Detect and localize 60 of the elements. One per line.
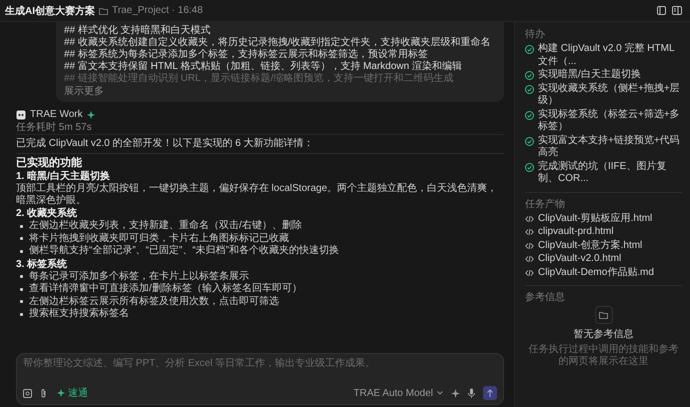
model-dropdown[interactable]: TRAE Auto Model	[354, 388, 443, 398]
folder-icon	[599, 311, 608, 319]
code-icon	[525, 268, 534, 276]
panel-icon[interactable]	[657, 6, 666, 15]
subsection-heading: 2. 收藏夹系统	[16, 207, 78, 220]
message-line: ## 收藏夹系统创建自定义收藏夹，将历史记录拖拽/收藏到指定文件夹，支持收藏夹层级和重命名	[64, 37, 492, 48]
agent-name: TRAE Work	[30, 109, 83, 121]
code-icon	[525, 228, 534, 236]
sparkle-icon	[57, 389, 65, 397]
message-line: ## 标签系统为每条记录添加多个标签，支持标签云展示和标签筛选，预设常用标签	[64, 49, 429, 60]
code-icon	[525, 214, 534, 222]
bullet-item: 左侧边栏收藏夹列表，支持新建、重命名（双击/右键）、删除	[29, 220, 302, 232]
window-title: 生成AI创意大赛方案	[5, 4, 95, 18]
empty-title: 暂无参考信息	[574, 328, 634, 341]
code-icon	[525, 255, 534, 263]
todo-item: 实现收藏夹系统（侧栏+拖拽+层级）	[538, 82, 681, 108]
subsection-heading: 1. 暗黑/白天主题切换	[16, 170, 111, 182]
bullet-item: 每条记录可添加多个标签，在卡片上以标签条展示	[29, 270, 249, 282]
file-link[interactable]: ClipVault-Demo作品贴.md	[538, 266, 654, 279]
code-icon	[525, 242, 534, 250]
microphone-icon[interactable]	[468, 388, 475, 398]
bullet-item: 查看详情弹窗中可直接添加/删除标签（输入标签名回车即可）	[29, 283, 302, 296]
message-line: ## 富文本支持保留 HTML 格式粘贴（加粗、链接、列表等），支持 Markdown 渲染和编辑	[64, 61, 463, 72]
subsection-heading: 3. 标签系统	[16, 258, 68, 270]
task-duration[interactable]: 任务耗时 5m 57s	[16, 121, 504, 134]
todo-item: 实现富文本支持+链接预览+代码高亮	[538, 134, 681, 160]
empty-description: 任务执行过程中调用的技能和参考的网页将展示在这里	[528, 344, 680, 368]
file-link[interactable]: ClipVault-创意方案.html	[538, 240, 642, 252]
todo-item: 实现标签系统（标签云+筛选+多标签）	[538, 108, 681, 134]
sidebar-icon[interactable]	[672, 6, 682, 15]
mode-button[interactable]: 速通	[55, 386, 90, 400]
bullet-item: 搜索框支持搜索标签名	[29, 308, 129, 320]
caret-icon	[437, 391, 443, 395]
folder-icon	[99, 6, 108, 14]
sparkle-icon[interactable]	[451, 388, 460, 398]
message-line: ## 链接智能处理自动识别 URL，显示链接标题/缩略图预览，支持一键打开和二维码生成	[64, 73, 454, 85]
bullet-item: 侧栏导航支持“全部记录”、“已固定”、“未归档”和各个收藏夹的快速切换	[29, 245, 339, 258]
sparkle-icon	[86, 111, 95, 119]
paragraph: 顶部工具栏的月亮/太阳按钮，一键切换主题，偏好保存在 localStorage。两个主题独立配色，白天浅色清爽，暗黑深色护眼。	[16, 183, 498, 207]
arrow-up-icon	[487, 389, 493, 397]
file-link[interactable]: ClipVault-剪贴板应用.html	[538, 212, 652, 225]
robot-icon	[16, 110, 26, 120]
section-title: 待办	[525, 28, 546, 42]
section-heading: 已实现的功能	[16, 156, 83, 170]
intro-text: 已完成 ClipVault v2.0 的全部开发！以下是实现的 6 大新功能详情：	[16, 134, 504, 154]
section-title: 参考信息	[525, 291, 566, 305]
project-label: Trae_Project · 16:48	[112, 5, 203, 16]
bullet-item: 左侧边栏标签云展示所有标签及使用次数，点击即可筛选	[29, 296, 279, 308]
todo-item: 实现暗黑/白天主题切换	[538, 69, 641, 82]
todo-item: 完成测试的坑（IIFE、图片复制、COR...	[538, 160, 668, 186]
section-title: 任务产物	[525, 198, 566, 212]
image-icon[interactable]	[23, 388, 32, 398]
file-link[interactable]: ClipVault-v2.0.html	[538, 253, 622, 266]
file-link[interactable]: clipvault-prd.html	[538, 226, 614, 238]
paperclip-icon[interactable]	[40, 388, 47, 398]
message-line: ## 样式优化 支持暗黑和白天模式	[64, 25, 212, 36]
todo-item: 构建 ClipVault v2.0 完整 HTML 文件（...	[538, 43, 676, 68]
bullet-item: 将卡片拖拽到收藏夹即可归类，卡片右上角图标标记已收藏	[29, 232, 289, 244]
send-button[interactable]	[483, 386, 497, 400]
show-more-link[interactable]: 展示更多	[64, 85, 496, 98]
